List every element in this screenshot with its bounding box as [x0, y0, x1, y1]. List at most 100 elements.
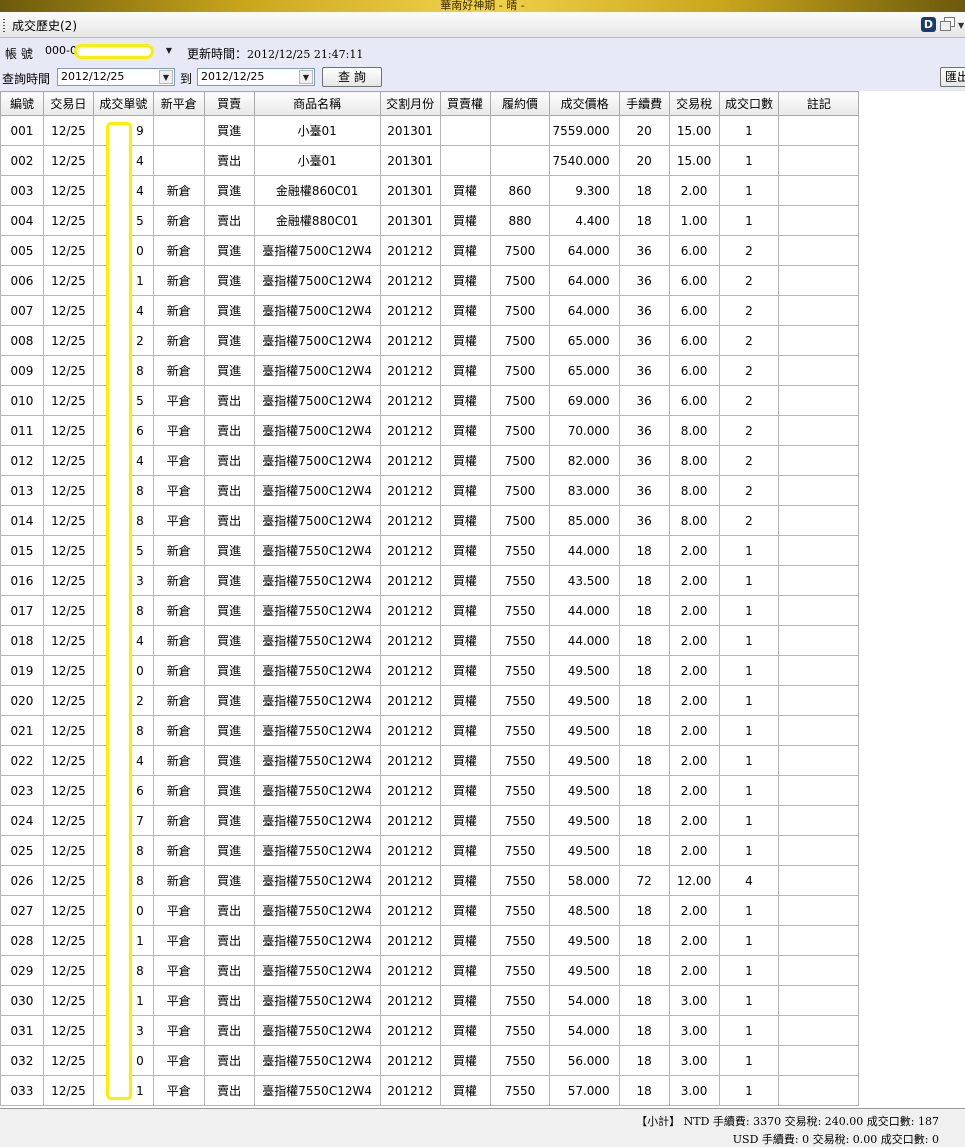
table-row[interactable]: 026 12/25 8 新倉 買進 臺指權7550C12W4 201212 買權 7550 58.…: [0, 865, 965, 896]
col-call-put-cell: 買權: [439, 595, 491, 626]
table-row[interactable]: 024 12/25 7 新倉 買進 臺指權7550C12W4 201212 買權 7550 49.…: [0, 805, 965, 836]
col-side-cell: 買進: [203, 115, 255, 146]
col-trade-date-cell: 12/25: [42, 475, 94, 506]
col-number-cell: 012: [0, 445, 44, 476]
table-row[interactable]: 022 12/25 4 新倉 買進 臺指權7550C12W4 201212 買權 7550 49.…: [0, 745, 965, 776]
table-row[interactable]: 009 12/25 8 新倉 買進 臺指權7500C12W4 201212 買權 7500 65.…: [0, 355, 965, 386]
table-row[interactable]: 005 12/25 0 新倉 買進 臺指權7500C12W4 201212 買權 7500 64.…: [0, 235, 965, 266]
tab-trade-history[interactable]: 成交歷史(2): [12, 17, 77, 34]
table-row[interactable]: 016 12/25 3 新倉 買進 臺指權7550C12W4 201212 買權 7550 43.…: [0, 565, 965, 596]
chevron-down-icon[interactable]: ▼: [299, 70, 313, 84]
col-delivery-month-cell: 201212: [379, 445, 441, 476]
table-row[interactable]: 032 12/25 0 平倉 賣出 臺指權7550C12W4 201212 買權 7550 56.…: [0, 1045, 965, 1076]
table-row[interactable]: 030 12/25 1 平倉 賣出 臺指權7550C12W4 201212 買權 7550 54.…: [0, 985, 965, 1016]
grip-icon[interactable]: [3, 19, 5, 32]
d-logo-icon[interactable]: D: [921, 17, 936, 32]
col-number-header[interactable]: 編號: [0, 91, 44, 116]
col-delivery-month-cell: 201212: [379, 265, 441, 296]
table-row[interactable]: 013 12/25 8 平倉 賣出 臺指權7500C12W4 201212 買權 7500 83.…: [0, 475, 965, 506]
col-strike-cell: 7500: [489, 415, 551, 446]
col-tax-cell: 6.00: [668, 355, 720, 386]
table-row[interactable]: 020 12/25 2 新倉 買進 臺指權7550C12W4 201212 買權 7550 49.…: [0, 685, 965, 716]
table-row[interactable]: 031 12/25 3 平倉 賣出 臺指權7550C12W4 201212 買權 7550 54.…: [0, 1015, 965, 1046]
date-from-select[interactable]: 2012/12/25 ▼: [57, 68, 175, 86]
col-side-cell: 買進: [203, 565, 255, 596]
table-row[interactable]: 001 12/25 9 買進 小臺01 201301 7559.000 20 15.00 1: [0, 115, 965, 146]
table-row[interactable]: 023 12/25 6 新倉 買進 臺指權7550C12W4 201212 買權 7550 49.…: [0, 775, 965, 806]
table-row[interactable]: 025 12/25 8 新倉 買進 臺指權7550C12W4 201212 買權 7550 49.…: [0, 835, 965, 866]
col-note-cell: [778, 745, 860, 776]
table-row[interactable]: 002 12/25 4 賣出 小臺01 201301 7540.000 20 15.00 1: [0, 145, 965, 176]
table-row[interactable]: 014 12/25 8 平倉 賣出 臺指權7500C12W4 201212 買權 7500 85.…: [0, 505, 965, 536]
col-product-header[interactable]: 商品名稱: [253, 91, 381, 116]
table-row[interactable]: 027 12/25 0 平倉 賣出 臺指權7550C12W4 201212 買權 7550 48.…: [0, 895, 965, 926]
col-side-cell: 買進: [203, 355, 255, 386]
col-tax-cell: 6.00: [668, 385, 720, 416]
table-row[interactable]: 029 12/25 8 平倉 賣出 臺指權7550C12W4 201212 買權 7550 49.…: [0, 955, 965, 986]
table-row[interactable]: 019 12/25 0 新倉 買進 臺指權7550C12W4 201212 買權 7550 49.…: [0, 655, 965, 686]
table-row[interactable]: 012 12/25 4 平倉 賣出 臺指權7500C12W4 201212 買權 7500 82.…: [0, 445, 965, 476]
col-side-header[interactable]: 買賣: [203, 91, 255, 116]
table-row[interactable]: 017 12/25 8 新倉 買進 臺指權7550C12W4 201212 買權 7550 44.…: [0, 595, 965, 626]
col-delivery-month-cell: 201212: [379, 415, 441, 446]
export-button[interactable]: 匯出: [940, 67, 965, 87]
table-row[interactable]: 008 12/25 2 新倉 買進 臺指權7500C12W4 201212 買權 7500 65.…: [0, 325, 965, 356]
col-product-cell: 臺指權7550C12W4: [253, 955, 381, 986]
table-row[interactable]: 004 12/25 5 新倉 賣出 金融權880C01 201301 買權 880 4.400 18…: [0, 205, 965, 236]
col-open-close-cell: 平倉: [152, 895, 205, 926]
col-note-header[interactable]: 註記: [778, 91, 860, 116]
chevron-down-icon[interactable]: ▼: [162, 44, 176, 58]
table-row[interactable]: 021 12/25 8 新倉 買進 臺指權7550C12W4 201212 買權 7550 49.…: [0, 715, 965, 746]
query-button[interactable]: 查 詢: [322, 67, 382, 87]
table-row[interactable]: 011 12/25 6 平倉 賣出 臺指權7500C12W4 201212 買權 7500 70.…: [0, 415, 965, 446]
col-product-cell: 臺指權7550C12W4: [253, 805, 381, 836]
col-open-close-header[interactable]: 新平倉: [152, 91, 205, 116]
col-delivery-month-header[interactable]: 交割月份: [379, 91, 441, 116]
col-note-cell: [778, 115, 860, 146]
col-order-no-header[interactable]: 成交單號: [92, 91, 154, 116]
table-row[interactable]: 015 12/25 5 新倉 買進 臺指權7550C12W4 201212 買權 7550 44.…: [0, 535, 965, 566]
col-call-put-header[interactable]: 買賣權: [439, 91, 491, 116]
col-tax-cell: 6.00: [668, 295, 720, 326]
table-row[interactable]: 033 12/25 1 平倉 賣出 臺指權7550C12W4 201212 買權 7550 57.…: [0, 1075, 965, 1106]
col-fee-cell: 36: [618, 475, 670, 506]
col-strike-cell: 7550: [489, 655, 551, 686]
col-note-cell: [778, 535, 860, 566]
table-row[interactable]: 007 12/25 4 新倉 買進 臺指權7500C12W4 201212 買權 7500 64.…: [0, 295, 965, 326]
chevron-down-icon[interactable]: ▼: [958, 21, 964, 30]
col-open-close-cell: 新倉: [152, 295, 205, 326]
col-price-header[interactable]: 成交價格: [549, 91, 620, 116]
col-product-cell: 臺指權7550C12W4: [253, 565, 381, 596]
col-strike-header[interactable]: 履約價: [489, 91, 551, 116]
chevron-down-icon[interactable]: ▼: [159, 70, 173, 84]
col-fee-header[interactable]: 手續費: [618, 91, 670, 116]
col-trade-date-cell: 12/25: [42, 625, 94, 656]
col-strike-cell: 7500: [489, 235, 551, 266]
col-fee-cell: 36: [618, 505, 670, 536]
trade-history-grid: 編號 交易日 成交單號 新平倉 買賣 商品名稱 交割月份 買賣權 履約價 成交價格 手續費 交易稅 成交…: [0, 91, 965, 1108]
col-product-cell: 臺指權7550C12W4: [253, 865, 381, 896]
col-delivery-month-cell: 201212: [379, 685, 441, 716]
table-row[interactable]: 010 12/25 5 平倉 賣出 臺指權7500C12W4 201212 買權 7500 69.…: [0, 385, 965, 416]
col-open-close-cell: 新倉: [152, 835, 205, 866]
col-trade-date-cell: 12/25: [42, 715, 94, 746]
col-strike-cell: 7550: [489, 955, 551, 986]
col-strike-cell: [489, 115, 551, 146]
col-call-put-cell: 買權: [439, 775, 491, 806]
table-row[interactable]: 006 12/25 1 新倉 買進 臺指權7500C12W4 201212 買權 7500 64.…: [0, 265, 965, 296]
col-tax-cell: 2.00: [668, 955, 720, 986]
col-side-cell: 賣出: [203, 1045, 255, 1076]
col-price-cell: 49.500: [549, 685, 620, 716]
window-restore-icon[interactable]: [940, 17, 956, 32]
col-note-cell: [778, 505, 860, 536]
col-trade-date-cell: 12/25: [42, 775, 94, 806]
table-row[interactable]: 028 12/25 1 平倉 賣出 臺指權7550C12W4 201212 買權 7550 49.…: [0, 925, 965, 956]
table-row[interactable]: 003 12/25 4 新倉 買進 金融權860C01 201301 買權 860 9.300 18…: [0, 175, 965, 206]
col-qty-header[interactable]: 成交口數: [718, 91, 780, 116]
date-to-select[interactable]: 2012/12/25 ▼: [197, 68, 315, 86]
col-trade-date-header[interactable]: 交易日: [42, 91, 94, 116]
col-trade-date-cell: 12/25: [42, 985, 94, 1016]
col-qty-cell: 2: [718, 445, 780, 476]
col-tax-header[interactable]: 交易稅: [668, 91, 720, 116]
table-row[interactable]: 018 12/25 4 新倉 買進 臺指權7550C12W4 201212 買權 7550 44.…: [0, 625, 965, 656]
